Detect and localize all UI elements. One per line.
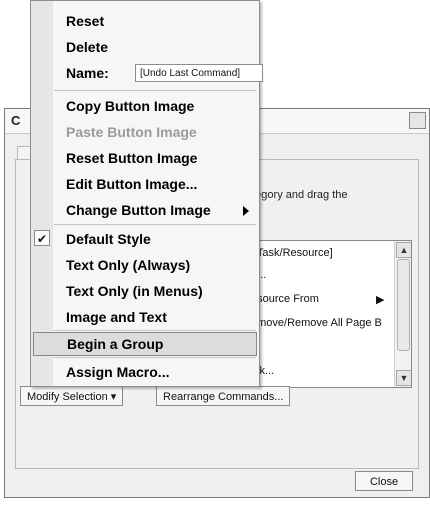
menu-item-default-style[interactable]: ✔ Default Style bbox=[34, 227, 259, 251]
commands-list[interactable]: : Task/Resource] n... esource From ▶ emo… bbox=[244, 240, 412, 388]
modify-selection-menu: Reset Delete Name: [Undo Last Command] C… bbox=[30, 0, 263, 387]
scroll-up-icon[interactable]: ▲ bbox=[396, 242, 411, 258]
menu-separator bbox=[54, 90, 256, 91]
modify-selection-label: Modify Selection bbox=[27, 391, 108, 403]
menu-item-edit-button-image[interactable]: Edit Button Image... bbox=[53, 172, 259, 196]
scroll-down-icon[interactable]: ▼ bbox=[396, 370, 411, 386]
rearrange-commands-button[interactable]: Rearrange Commands... bbox=[156, 386, 291, 406]
list-item[interactable]: emove/Remove All Page B bbox=[251, 317, 382, 329]
list-item[interactable]: : Task/Resource] bbox=[251, 247, 333, 259]
menu-item-reset-button-image[interactable]: Reset Button Image bbox=[53, 146, 259, 170]
instruction-text: ategory and drag the '. bbox=[246, 189, 348, 215]
menu-separator bbox=[54, 357, 256, 358]
menu-item-paste-button-image: Paste Button Image bbox=[66, 124, 197, 140]
close-icon[interactable] bbox=[409, 112, 426, 129]
default-style-label: Default Style bbox=[66, 231, 151, 247]
dropdown-arrow-icon: ▾ bbox=[110, 391, 117, 403]
menu-separator bbox=[54, 224, 256, 225]
dialog-title: C bbox=[11, 113, 21, 128]
scroll-thumb[interactable] bbox=[397, 259, 410, 351]
name-input[interactable]: [Undo Last Command] bbox=[135, 64, 263, 82]
close-button[interactable]: Close bbox=[355, 471, 413, 491]
menu-item-reset[interactable]: Reset bbox=[53, 9, 259, 33]
list-item[interactable]: esource From ▶ bbox=[251, 293, 384, 306]
arrow-right-icon: ▶ bbox=[376, 294, 385, 306]
menu-item-name[interactable]: Name: [Undo Last Command] bbox=[53, 61, 263, 85]
menu-gutter bbox=[31, 1, 53, 386]
check-icon: ✔ bbox=[34, 230, 50, 246]
change-button-image-label: Change Button Image bbox=[66, 202, 211, 218]
menu-item-delete[interactable]: Delete bbox=[53, 35, 259, 59]
list-scrollbar[interactable]: ▲ ▼ bbox=[394, 241, 411, 387]
menu-item-text-only-menus[interactable]: Text Only (in Menus) bbox=[53, 279, 259, 303]
menu-item-assign-macro[interactable]: Assign Macro... bbox=[53, 360, 259, 384]
modify-selection-button[interactable]: Modify Selection ▾ bbox=[20, 386, 124, 406]
menu-item-image-and-text[interactable]: Image and Text bbox=[53, 305, 259, 329]
name-label: Name: bbox=[66, 65, 109, 81]
list-item-label: esource From bbox=[251, 293, 319, 305]
menu-separator bbox=[54, 330, 256, 331]
menu-item-copy-button-image[interactable]: Copy Button Image bbox=[53, 94, 259, 118]
submenu-arrow-icon bbox=[243, 206, 249, 216]
menu-item-begin-group[interactable]: Begin a Group bbox=[33, 332, 257, 356]
menu-item-change-button-image[interactable]: Change Button Image bbox=[53, 198, 259, 222]
menu-item-text-only-always[interactable]: Text Only (Always) bbox=[53, 253, 259, 277]
